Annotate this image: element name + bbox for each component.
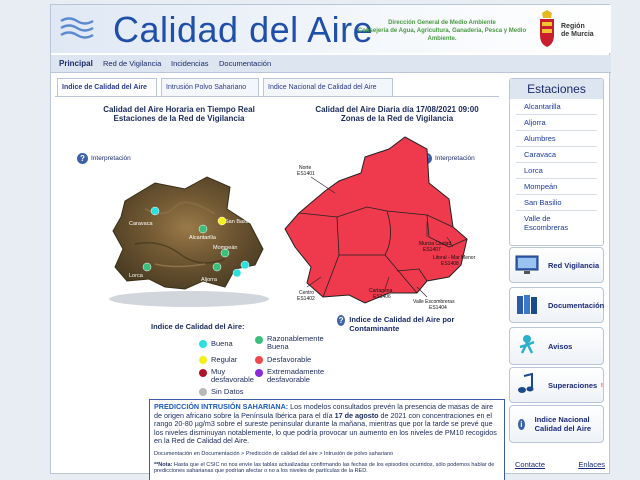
left-map-title-line-2: Estaciones de la Red de Vigilancia xyxy=(113,114,245,123)
books-icon xyxy=(517,295,537,314)
zone-code-litoral: ES1408 xyxy=(441,261,459,267)
station-aljorra[interactable]: Aljorra xyxy=(516,115,597,131)
legend-item-razonable: Razonablemente Buena xyxy=(255,335,335,351)
ministry-line-2: Consejería de Agua, Agricultura, Ganader… xyxy=(357,28,527,42)
monitor-icon xyxy=(515,255,539,274)
nav-principal[interactable]: Principal xyxy=(59,59,93,68)
left-interp-label: Interpretación xyxy=(91,155,131,162)
legend-title: Indice de Calidad del Aire: xyxy=(151,322,245,331)
station-san-basilio[interactable]: San Basilio xyxy=(516,195,597,211)
zones-map: Norte ES1401 Murcia Ciudad ES1407 Litora… xyxy=(284,136,476,311)
stations-relief-map: Caravaca San BasilioAlcantarillaLorcaAlum… xyxy=(109,176,269,307)
air-waves-logo-icon xyxy=(60,17,94,39)
help-icon: ? xyxy=(337,315,346,326)
legend-item-extremadamente: Extremadamente desfavorable xyxy=(255,368,335,384)
station-dot xyxy=(150,206,160,216)
zone-code-cartagena: ES1406 xyxy=(373,294,391,300)
station-mompean[interactable]: Mompeán xyxy=(516,179,597,195)
station-lorca[interactable]: Lorca xyxy=(516,163,597,179)
site-header: Calidad del Aire Dirección General de Me… xyxy=(51,5,611,53)
region-line-2: de Murcia xyxy=(561,31,594,38)
tab-indice-nacional[interactable]: Indice Nacional de Calidad del Aire xyxy=(263,78,393,96)
station-caravaca[interactable]: Caravaca xyxy=(516,147,597,163)
exclamation-icon xyxy=(601,383,603,387)
station-label: Aljorra xyxy=(201,277,218,283)
zone-code-murcia: ES1407 xyxy=(423,247,441,253)
region-line-1: Región xyxy=(561,23,585,30)
help-icon: ? xyxy=(77,153,88,164)
station-label: Caravaca xyxy=(129,221,153,227)
footer-links: Contacte Enlaces xyxy=(515,460,605,469)
legend-dot xyxy=(255,336,263,344)
legend-dot xyxy=(255,356,263,364)
superaciones-button[interactable]: Superaciones xyxy=(509,367,604,403)
avisos-button[interactable]: Avisos xyxy=(509,327,604,365)
site-title: Calidad del Aire xyxy=(113,9,374,50)
nav-documentacion[interactable]: Documentación xyxy=(219,59,271,68)
prediction-note: **Nota: Hasta que el CSIC no nos envíe l… xyxy=(154,461,495,475)
legend-dot xyxy=(255,369,263,377)
legend-item-regular: Regular xyxy=(199,355,237,364)
murcia-crest-icon xyxy=(540,10,554,47)
stations-title: Estaciones xyxy=(510,79,603,99)
music-note-icon xyxy=(518,372,534,393)
prediction-text: PREDICCIÓN INTRUSIÓN SAHARIANA: Los mode… xyxy=(154,402,497,446)
tab-indice-calidad[interactable]: Indice de Calidad del Aire xyxy=(57,78,157,96)
station-dot xyxy=(142,262,152,272)
right-map-title: Calidad del Aire Diaria día 17/08/2021 0… xyxy=(307,105,487,123)
stations-panel: Estaciones Alcantarilla Aljorra Alumbres… xyxy=(509,78,604,246)
left-map-title-line-1: Calidad del Aire Horaria en Tiempo Real xyxy=(103,105,255,114)
legend-dot xyxy=(199,388,207,396)
ica-link-label: Indice de Calidad del Aire por Contamina… xyxy=(349,315,455,333)
legend-dot xyxy=(199,356,207,364)
left-interpretacion-link[interactable]: ? Interpretación xyxy=(77,153,131,164)
legend-dot xyxy=(199,369,207,377)
station-dot xyxy=(198,224,208,234)
left-map-title: Calidad del Aire Horaria en Tiempo Real … xyxy=(89,105,269,123)
station-label: Mompeán xyxy=(213,245,237,251)
enlaces-link[interactable]: Enlaces xyxy=(578,460,605,469)
zone-code-norte: ES1401 xyxy=(297,171,315,177)
station-valle-escombreras[interactable]: Valle de Escombreras xyxy=(516,211,576,235)
contacte-link[interactable]: Contacte xyxy=(515,460,545,469)
station-dot xyxy=(232,268,242,278)
ministry-text: Dirección General de Medio Ambiente Cons… xyxy=(357,19,527,43)
sahara-prediction-box: PREDICCIÓN INTRUSIÓN SAHARIANA: Los mode… xyxy=(149,399,505,480)
tab-panel: Calidad del Aire Horaria en Tiempo Real … xyxy=(55,96,505,480)
station-label: Lorca xyxy=(129,273,144,279)
station-alcantarilla[interactable]: Alcantarilla xyxy=(516,99,597,115)
legend-item-sin-datos: Sin Datos xyxy=(199,387,244,396)
station-alumbres[interactable]: Alumbres xyxy=(516,131,597,147)
right-map-title-line-1: Calidad del Aire Diaria día 17/08/2021 0… xyxy=(315,105,479,114)
station-label: Valle Escombreras xyxy=(223,287,269,293)
info-icon: i xyxy=(518,418,525,430)
station-dot xyxy=(212,262,222,272)
legend-item-buena: Buena xyxy=(199,339,233,348)
main-nav: Principal Red de Vigilancia Incidencias … xyxy=(51,55,611,73)
documentacion-button[interactable]: Documentación xyxy=(509,287,604,323)
tab-intrusion-polvo[interactable]: Intrusión Polvo Sahariano xyxy=(161,78,259,96)
ministry-line-1: Dirección General de Medio Ambiente xyxy=(388,20,496,26)
station-label: San Basilio xyxy=(225,219,253,225)
prediction-breadcrumb[interactable]: Documentación en Documentación > Predicc… xyxy=(154,450,500,459)
map-shadow xyxy=(109,291,269,307)
indice-nacional-button[interactable]: i Indice Nacional Calidad del Aire xyxy=(509,405,604,443)
station-dot xyxy=(240,260,250,270)
legend-item-muy-desfavorable: Muy desfavorable xyxy=(199,368,255,384)
legend-item-desfavorable: Desfavorable xyxy=(255,355,311,364)
zone-code-escombreras: ES1404 xyxy=(429,305,447,311)
megaphone-figure-icon xyxy=(519,335,535,354)
station-label: Alcantarilla xyxy=(189,235,217,241)
murcia-zones-shape[interactable] xyxy=(284,136,468,304)
zone-code-centro: ES1402 xyxy=(297,296,315,302)
nav-red-vigilancia[interactable]: Red de Vigilancia xyxy=(103,59,161,68)
page-frame: Calidad del Aire Dirección General de Me… xyxy=(50,4,611,480)
nav-incidencias[interactable]: Incidencias xyxy=(171,59,209,68)
red-vigilancia-button[interactable]: Red Vigilancia xyxy=(509,247,604,283)
ica-by-pollutant-link[interactable]: ? Indice de Calidad del Aire por Contami… xyxy=(337,315,467,333)
region-name: Región de Murcia xyxy=(561,23,594,39)
right-map-title-line-2: Zonas de la Red de Vigilancia xyxy=(340,114,454,123)
legend-dot xyxy=(199,340,207,348)
station-marker[interactable]: San Basilio xyxy=(217,216,253,226)
